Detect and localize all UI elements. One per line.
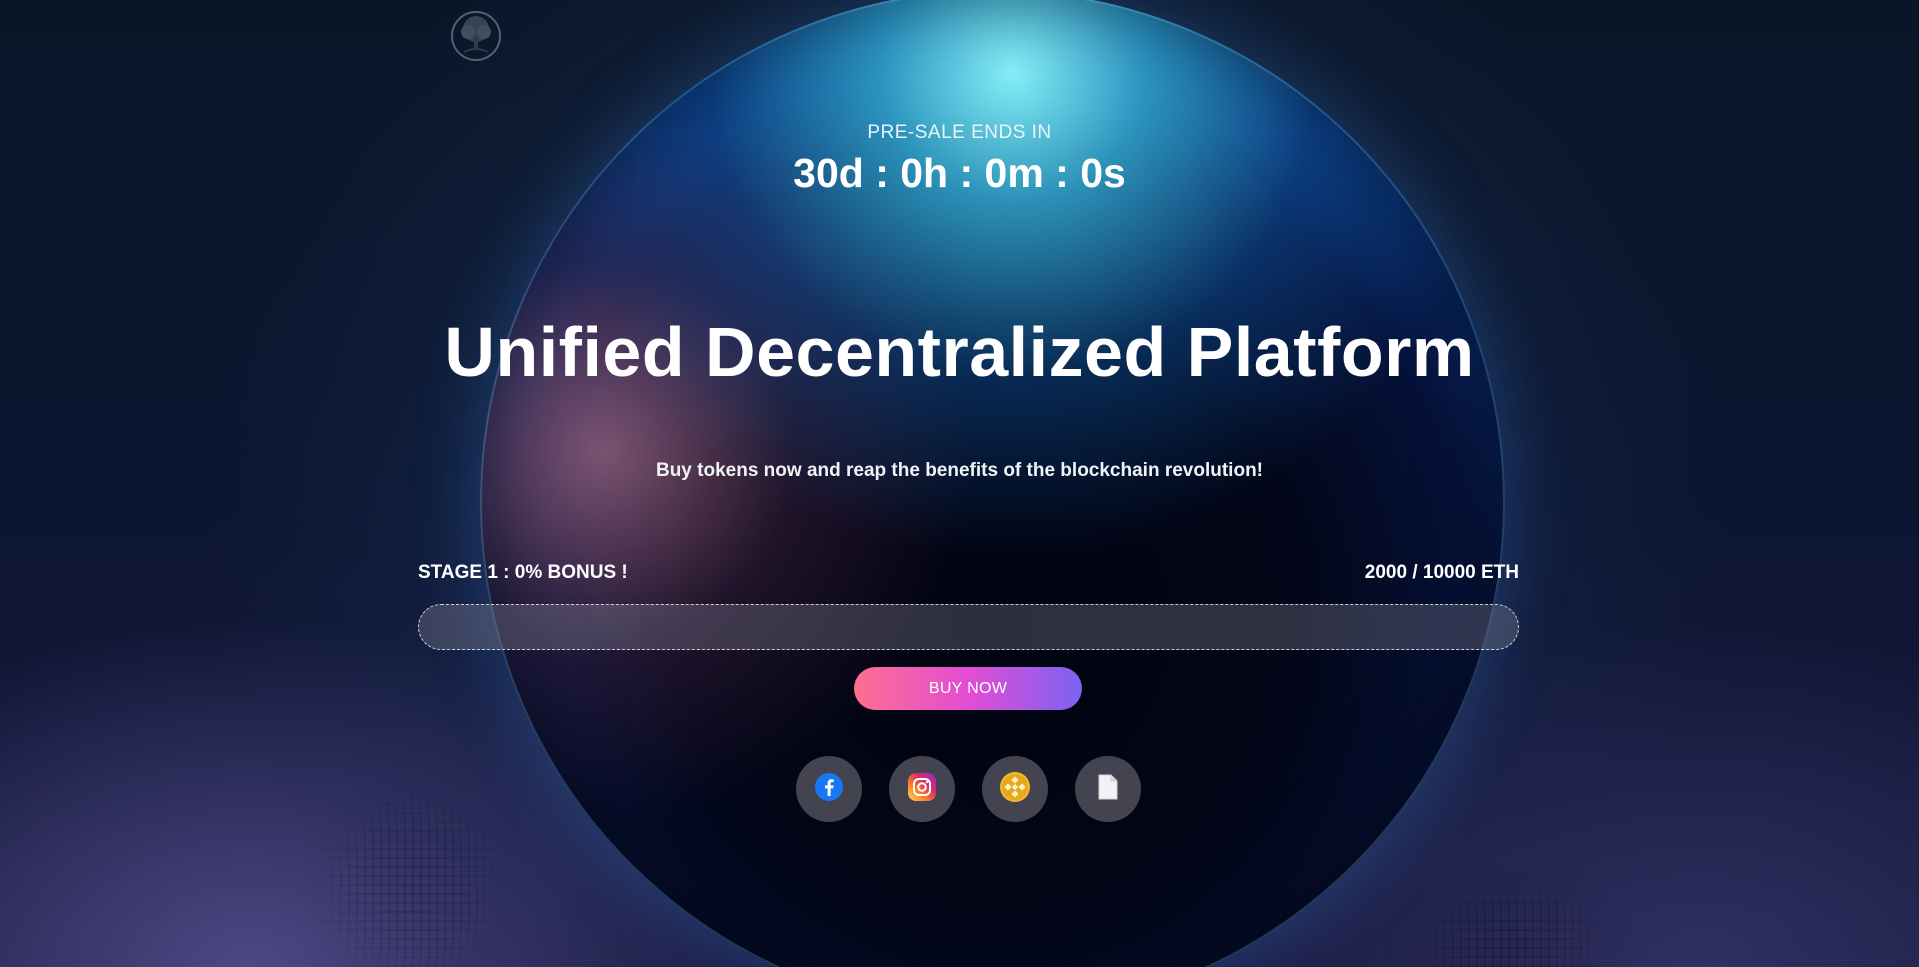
mesh-texture-left <box>300 760 530 967</box>
hero-section: PRE-SALE ENDS IN 30d : 0h : 0m : 0s Unif… <box>0 0 1919 967</box>
page-title: Unified Decentralized Platform <box>444 313 1475 391</box>
presale-progress-bar <box>418 604 1519 650</box>
buy-now-button[interactable]: BUY NOW <box>854 667 1082 710</box>
page-subtitle: Buy tokens now and reap the benefits of … <box>655 460 1264 481</box>
whitepaper-link[interactable] <box>1075 756 1141 822</box>
presale-progress-fill <box>419 605 639 649</box>
facebook-icon <box>814 772 844 807</box>
binance-icon <box>999 771 1031 808</box>
binance-link[interactable] <box>982 756 1048 822</box>
facebook-link[interactable] <box>796 756 862 822</box>
presale-stage-label: STAGE 1 : 0% BONUS ! <box>418 562 628 583</box>
tree-logo-icon[interactable] <box>450 10 502 62</box>
countdown-label: PRE-SALE ENDS IN <box>867 122 1052 143</box>
document-icon <box>1096 773 1120 806</box>
mesh-texture-right <box>1380 860 1640 967</box>
social-links <box>796 756 1141 822</box>
instagram-icon <box>907 772 937 807</box>
countdown-timer: 30d : 0h : 0m : 0s <box>793 150 1126 196</box>
instagram-link[interactable] <box>889 756 955 822</box>
presale-raised-label: 2000 / 10000 ETH <box>1364 562 1519 583</box>
